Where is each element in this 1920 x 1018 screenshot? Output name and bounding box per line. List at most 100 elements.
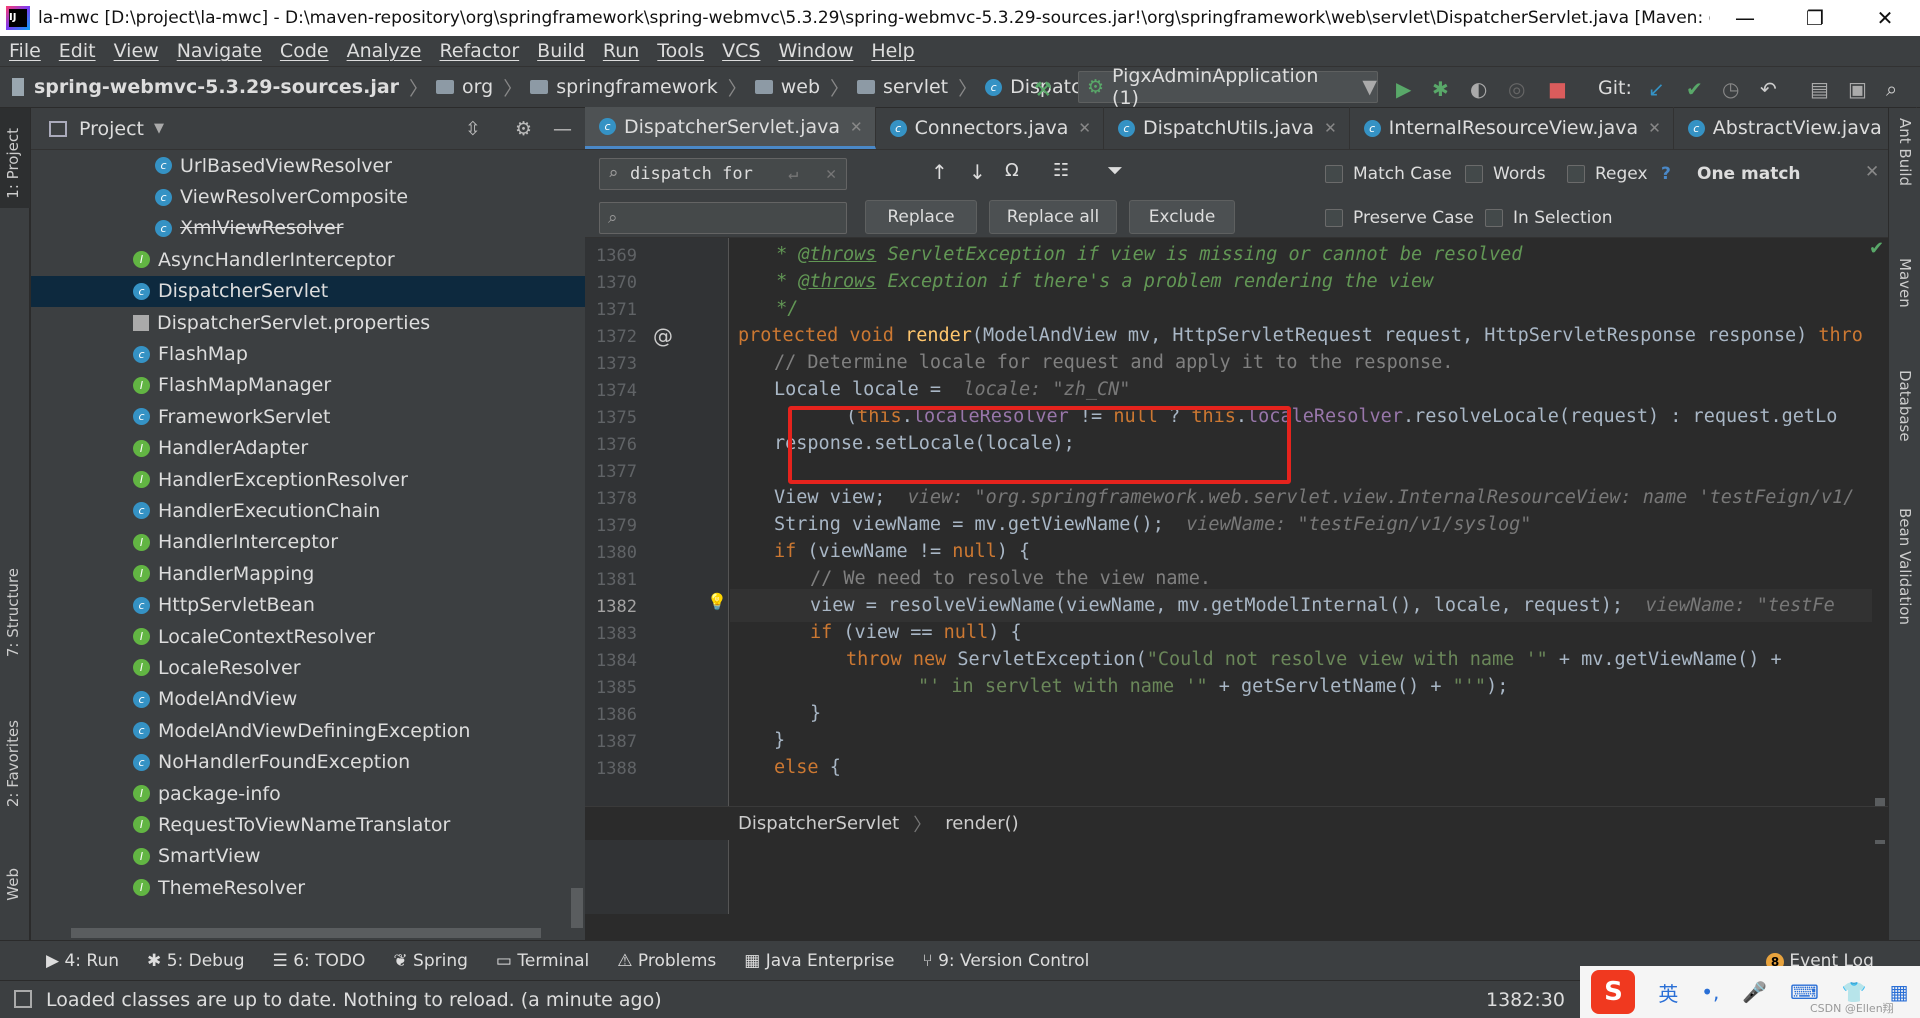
menu-navigate[interactable]: Navigate xyxy=(177,40,262,62)
toolwindow-todo[interactable]: ☰ 6: TODO xyxy=(273,951,366,971)
toggle-tool-windows-icon[interactable] xyxy=(14,990,32,1008)
caret-position[interactable]: 1382:30 xyxy=(1486,989,1565,1011)
microphone-icon[interactable]: 🎤 xyxy=(1742,980,1767,1004)
tab-internalresourceview[interactable]: c InternalResourceView.java ✕ xyxy=(1350,107,1674,149)
tool-ant-build[interactable]: Ant Build xyxy=(1896,118,1914,186)
project-tree-item[interactable]: I LocaleContextResolver xyxy=(31,621,585,652)
close-icon[interactable]: ✕ xyxy=(1648,119,1661,137)
project-tree-item[interactable]: IView xyxy=(31,903,585,905)
git-update-icon[interactable]: ↙ xyxy=(1648,77,1665,101)
preserve-case-checkbox[interactable]: Preserve Case xyxy=(1325,208,1474,228)
tool-project[interactable]: 1: Project xyxy=(4,128,22,199)
git-commit-icon[interactable]: ✔ xyxy=(1686,77,1703,101)
project-tree-item[interactable]: I ThemeResolver xyxy=(31,872,585,903)
toolwindow-version-control[interactable]: ⑂ 9: Version Control xyxy=(922,951,1089,971)
close-icon[interactable]: ✕ xyxy=(1865,162,1879,182)
menu-run[interactable]: Run xyxy=(603,40,639,62)
menu-window[interactable]: Window xyxy=(778,40,853,62)
tab-dispatcherservlet[interactable]: c DispatcherServlet.java ✕ xyxy=(585,107,876,149)
run-configuration-select[interactable]: ⚙ PigxAdminApplication (1) ▼ xyxy=(1078,65,1378,109)
in-selection-checkbox[interactable]: In Selection xyxy=(1485,208,1613,228)
tool-web[interactable]: Web xyxy=(4,868,22,901)
layout-icon[interactable]: ▣ xyxy=(1848,77,1867,101)
next-occurrence-icon[interactable]: ↓ xyxy=(969,160,986,184)
git-history-icon[interactable]: ◷ xyxy=(1722,77,1739,101)
ime-mode[interactable]: 英 xyxy=(1658,978,1678,1007)
clear-icon[interactable]: ✕ xyxy=(826,164,836,184)
project-tree-item[interactable]: I LocaleResolver xyxy=(31,652,585,683)
inspection-ok-icon[interactable]: ✔ xyxy=(1869,238,1884,259)
project-tree-item[interactable]: c HandlerExecutionChain xyxy=(31,495,585,526)
project-tree-item[interactable]: I AsyncHandlerInterceptor xyxy=(31,244,585,275)
menu-code[interactable]: Code xyxy=(280,40,329,62)
select-all-occurrences-icon[interactable]: Ω xyxy=(1005,160,1019,181)
toolwindow-run[interactable]: ▶ 4: Run xyxy=(46,951,119,971)
punctuation-icon[interactable]: •, xyxy=(1701,980,1719,1004)
close-icon[interactable]: ✕ xyxy=(850,118,863,136)
project-tree-item[interactable]: c ViewResolverComposite xyxy=(31,181,585,212)
project-tree-item[interactable]: I SmartView xyxy=(31,841,585,872)
intention-bulb-icon[interactable]: 💡 xyxy=(707,592,727,611)
match-case-checkbox[interactable]: Match Case xyxy=(1325,164,1452,184)
replace-input[interactable]: ⌕ xyxy=(599,202,847,234)
project-structure-icon[interactable]: ▤ xyxy=(1810,77,1829,101)
crumb-jar[interactable]: spring-webmvc-5.3.29-sources.jar xyxy=(12,76,399,98)
toolwindow-java-enterprise[interactable]: ▦ Java Enterprise xyxy=(744,951,894,971)
newline-icon[interactable]: ↵ xyxy=(788,164,798,184)
project-tree-item[interactable]: I RequestToViewNameTranslator xyxy=(31,809,585,840)
debug-icon[interactable]: ✱ xyxy=(1432,77,1449,101)
filter-search-results-icon[interactable]: ☷ xyxy=(1053,160,1069,181)
toolwindow-spring[interactable]: ❦ Spring xyxy=(393,951,468,971)
project-tree-item[interactable]: I HandlerExceptionResolver xyxy=(31,464,585,495)
search-everywhere-icon[interactable]: ⌕ xyxy=(1886,77,1897,101)
project-tree-item[interactable]: c ModelAndView xyxy=(31,684,585,715)
menu-tools[interactable]: Tools xyxy=(657,40,704,62)
project-tree-item[interactable]: I FlashMapManager xyxy=(31,370,585,401)
close-button[interactable]: ✕ xyxy=(1850,6,1920,30)
project-tree-item[interactable]: c UrlBasedViewResolver xyxy=(31,150,585,181)
close-icon[interactable]: ✕ xyxy=(1324,119,1337,137)
replace-button[interactable]: Replace xyxy=(865,200,977,234)
project-tree-item[interactable]: c DispatcherServlet xyxy=(31,275,585,307)
project-panel-title[interactable]: Project xyxy=(79,118,144,140)
run-icon[interactable]: ▶ xyxy=(1396,77,1411,101)
project-tree-item[interactable]: c FlashMap xyxy=(31,338,585,369)
exclude-button[interactable]: Exclude xyxy=(1129,200,1235,234)
project-tree-item[interactable]: c XmlViewResolver xyxy=(31,213,585,244)
menu-vcs[interactable]: VCS xyxy=(722,40,760,62)
menu-view[interactable]: View xyxy=(114,40,159,62)
project-tree-item[interactable]: c FrameworkServlet xyxy=(31,401,585,432)
regex-help-icon[interactable]: ? xyxy=(1661,164,1671,184)
filter-icon[interactable]: ⏷ xyxy=(1107,158,1123,182)
tab-connectors[interactable]: c Connectors.java ✕ xyxy=(876,107,1104,149)
menu-refactor[interactable]: Refactor xyxy=(439,40,519,62)
crumb-web[interactable]: web xyxy=(754,76,820,98)
tab-abstractview[interactable]: cAbstractView.java✕ xyxy=(1674,107,1918,149)
search-input[interactable]: ⌕ dispatch for ↵ ✕ xyxy=(599,158,847,190)
menu-edit[interactable]: Edit xyxy=(59,40,96,62)
code-line[interactable]: else { xyxy=(730,751,841,784)
replace-all-button[interactable]: Replace all xyxy=(989,200,1117,234)
toolwindow-debug[interactable]: ✱ 5: Debug xyxy=(147,951,245,971)
hammer-build-icon[interactable]: ⚒ xyxy=(1034,77,1052,101)
tool-favorites[interactable]: 2: Favorites xyxy=(4,720,22,807)
menu-analyze[interactable]: Analyze xyxy=(347,40,422,62)
code-line[interactable]: * @throws Exception if there's a problem… xyxy=(730,265,1433,298)
breadcrumb-method[interactable]: render() xyxy=(945,813,1018,834)
regex-checkbox[interactable]: Regex xyxy=(1567,164,1648,184)
project-tree-item[interactable]: Ipackage-info xyxy=(31,778,585,809)
breadcrumb-class[interactable]: DispatcherServlet xyxy=(738,813,899,834)
gear-icon[interactable]: ⚙ xyxy=(515,118,532,140)
override-marker-icon[interactable]: @ xyxy=(653,324,673,348)
tool-maven[interactable]: Maven xyxy=(1896,258,1914,308)
tool-database[interactable]: Database xyxy=(1896,370,1914,442)
close-icon[interactable]: ✕ xyxy=(1078,119,1091,137)
minimize-button[interactable]: — xyxy=(1710,6,1780,30)
menu-build[interactable]: Build xyxy=(537,40,585,62)
crumb-springframework[interactable]: springframework xyxy=(530,76,718,98)
crumb-servlet[interactable]: servlet xyxy=(857,76,948,98)
tool-bean-validation[interactable]: Bean Validation xyxy=(1896,508,1914,625)
tab-dispatchutils[interactable]: c DispatchUtils.java ✕ xyxy=(1104,107,1350,149)
previous-occurrence-icon[interactable]: ↑ xyxy=(931,160,948,184)
profile-icon[interactable]: ◎ xyxy=(1508,77,1525,101)
